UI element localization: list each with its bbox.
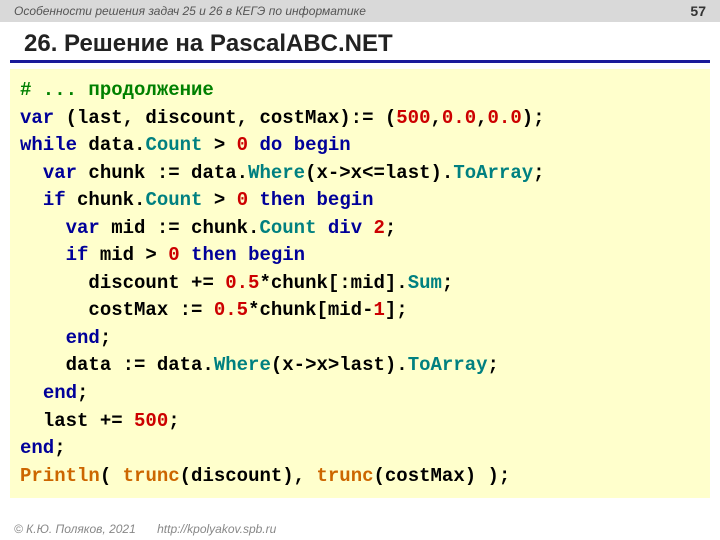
header-subject: Особенности решения задач 25 и 26 в КЕГЭ… — [14, 4, 366, 18]
code-comment: # ... продолжение — [20, 79, 214, 101]
slide-header: Особенности решения задач 25 и 26 в КЕГЭ… — [0, 0, 720, 22]
page-number: 57 — [690, 3, 706, 19]
slide-title: 26. Решение на PascalABC.NET — [10, 22, 710, 63]
code-block: # ... продолжение var (last, discount, c… — [10, 69, 710, 498]
footer-url: http://kpolyakov.spb.ru — [157, 522, 276, 536]
footer-copyright: © К.Ю. Поляков, 2021 — [14, 522, 136, 536]
slide-footer: © К.Ю. Поляков, 2021 http://kpolyakov.sp… — [14, 522, 276, 536]
